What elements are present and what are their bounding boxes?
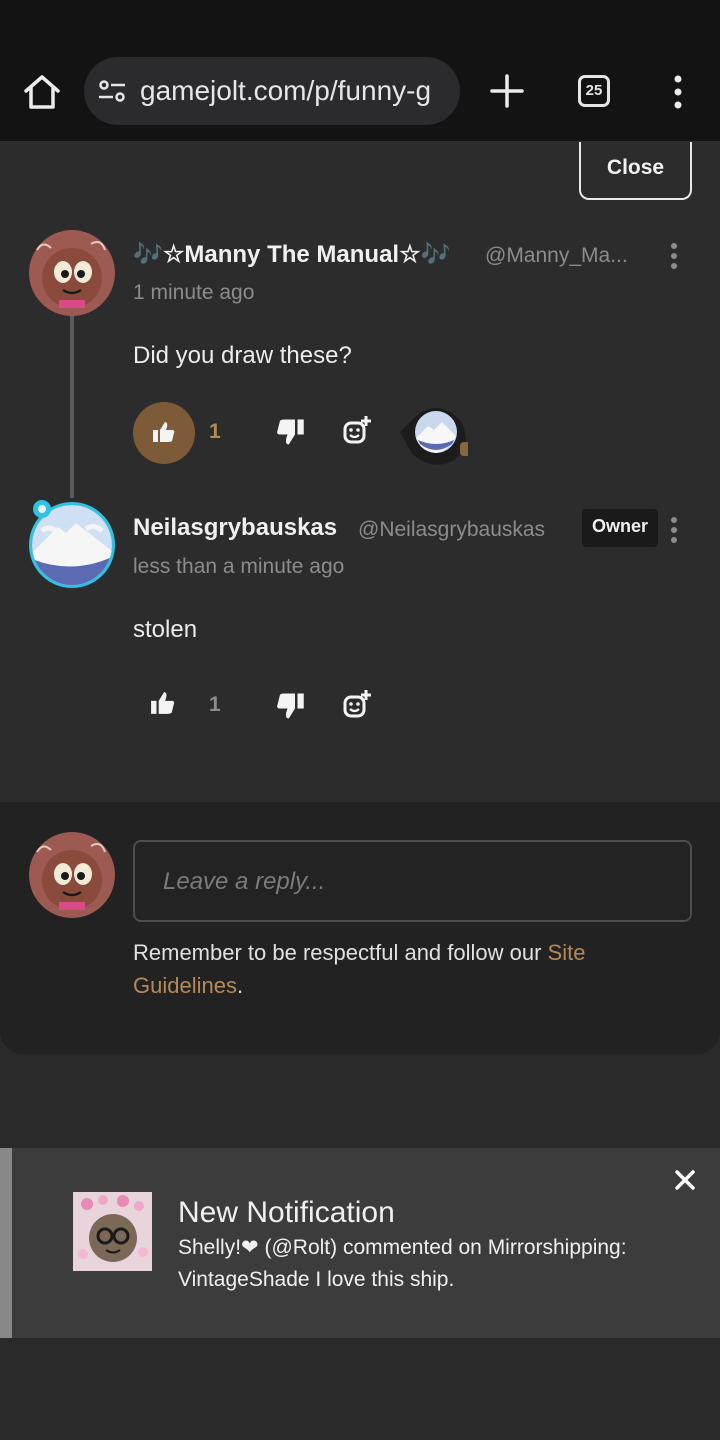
address-bar[interactable]: gamejolt.com/p/funny-g (84, 57, 460, 125)
like-count[interactable]: 1 (209, 693, 221, 717)
owner-badge: Owner (582, 509, 658, 547)
guidelines-text: Remember to be respectful and follow our (133, 940, 548, 965)
comment-options-icon[interactable] (668, 242, 680, 270)
page-background (0, 1338, 720, 1440)
notification-accent-bar (0, 1148, 12, 1338)
close-icon[interactable] (673, 1168, 697, 1192)
comment-author-handle[interactable]: @Manny_Ma... (485, 244, 628, 268)
reply-placeholder: Leave a reply... (163, 868, 326, 895)
comment-timestamp[interactable]: 1 minute ago (133, 281, 254, 305)
add-reaction-icon[interactable] (342, 689, 372, 719)
reply-area: Leave a reply... Remember to be respectf… (0, 802, 720, 1054)
comment-author-handle[interactable]: @Neilasgrybauskas (358, 518, 545, 542)
comment-timestamp[interactable]: less than a minute ago (133, 555, 344, 579)
more-menu-icon[interactable] (666, 74, 690, 110)
comments-panel: Close 🎶☆Manny The Manual☆🎶 @Manny_Ma... … (0, 142, 720, 802)
thumbs-down-icon[interactable] (275, 417, 305, 447)
close-button[interactable]: Close (579, 142, 692, 200)
current-user-avatar[interactable] (29, 832, 115, 918)
home-icon[interactable] (22, 72, 62, 112)
guidelines-notice: Remember to be respectful and follow our… (133, 936, 653, 1002)
comment-body: stolen (133, 616, 198, 643)
tab-switcher-icon[interactable]: 25 (578, 75, 610, 107)
avatar[interactable] (29, 230, 115, 316)
new-tab-icon[interactable] (488, 72, 526, 110)
guidelines-period: . (236, 973, 244, 998)
thumbs-up-icon (153, 422, 175, 442)
site-settings-icon[interactable] (98, 79, 126, 103)
notification-avatar (73, 1192, 152, 1271)
comment-body: Did you draw these? (133, 342, 352, 369)
comment-author-name[interactable]: 🎶☆Manny The Manual☆🎶 (133, 240, 450, 269)
url-text: gamejolt.com/p/funny-g (140, 75, 432, 106)
like-button[interactable] (133, 402, 195, 464)
notification-toast[interactable]: New Notification Shelly!❤ (@Rolt) commen… (0, 1148, 720, 1338)
thumbs-down-icon[interactable] (275, 691, 305, 721)
reply-input[interactable]: Leave a reply... (133, 840, 692, 922)
avatar-frame-badge-icon (33, 500, 51, 518)
like-count[interactable]: 1 (209, 420, 221, 444)
thumbs-up-icon[interactable] (150, 690, 176, 716)
notification-text: Shelly!❤ (@Rolt) commented on Mirrorship… (178, 1236, 627, 1291)
comment-author-name[interactable]: Neilasgrybauskas (133, 514, 337, 542)
browser-toolbar: gamejolt.com/p/funny-g 25 (0, 0, 720, 142)
reply-indicator-icon[interactable] (398, 404, 468, 466)
add-reaction-icon[interactable] (342, 415, 372, 445)
notification-title: New Notification (178, 1196, 395, 1229)
comment-options-icon[interactable] (668, 516, 680, 544)
thread-line (70, 314, 74, 498)
